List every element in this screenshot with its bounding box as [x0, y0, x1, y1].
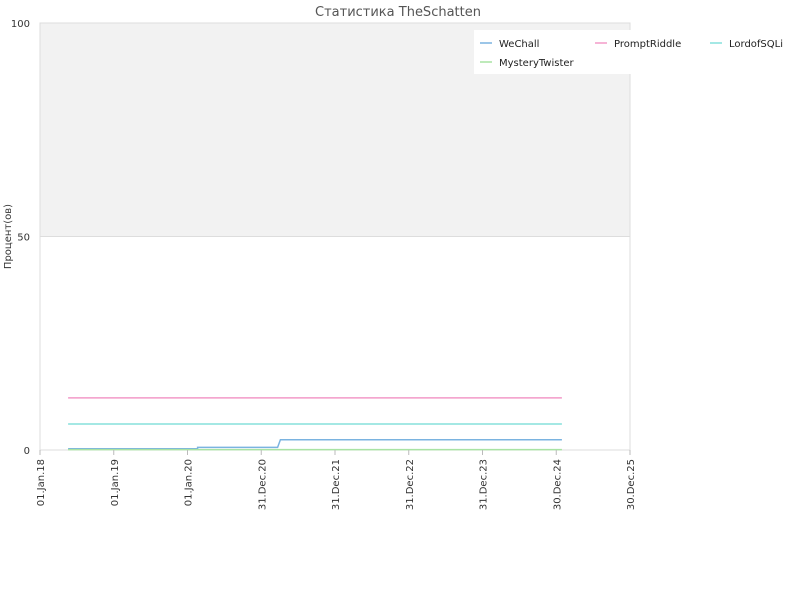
y-tick-label: 50 [17, 233, 30, 244]
legend-item-wechall[interactable]: WeChall [499, 39, 539, 50]
legend: WeChall PromptRiddle LordofSQLi MysteryTwis… [474, 30, 800, 74]
x-tick-label: 31.Dec.23 [479, 459, 490, 510]
x-tick-label: 31.Dec.22 [405, 459, 416, 510]
x-tick-label: 31.Dec.21 [331, 459, 342, 510]
line-chart: Статистика TheSchatten 050100 01.Jan.18 0… [3, 5, 800, 510]
x-tick-label: 01.Jan.18 [36, 459, 47, 506]
x-tick-label: 30.Dec.24 [552, 459, 563, 510]
x-tick-label: 01.Jan.20 [184, 459, 195, 506]
chart-title: Статистика TheSchatten [315, 5, 481, 20]
legend-item-promptriddle[interactable]: PromptRiddle [614, 39, 681, 50]
x-axis: 01.Jan.18 01.Jan.19 01.Jan.20 31.Dec.20 31.D… [36, 450, 637, 510]
y-tick-label: 100 [11, 19, 30, 30]
y-axis-label: Процент(ов) [3, 204, 14, 269]
x-tick-label: 31.Dec.20 [257, 459, 268, 510]
legend-item-lordofsqli[interactable]: LordofSQLi [729, 39, 783, 50]
y-tick-label: 0 [24, 446, 30, 457]
x-tick-label: 30.Dec.25 [626, 459, 637, 510]
x-tick-label: 01.Jan.19 [110, 459, 121, 506]
legend-item-mysterytwister[interactable]: MysteryTwister [499, 58, 575, 69]
